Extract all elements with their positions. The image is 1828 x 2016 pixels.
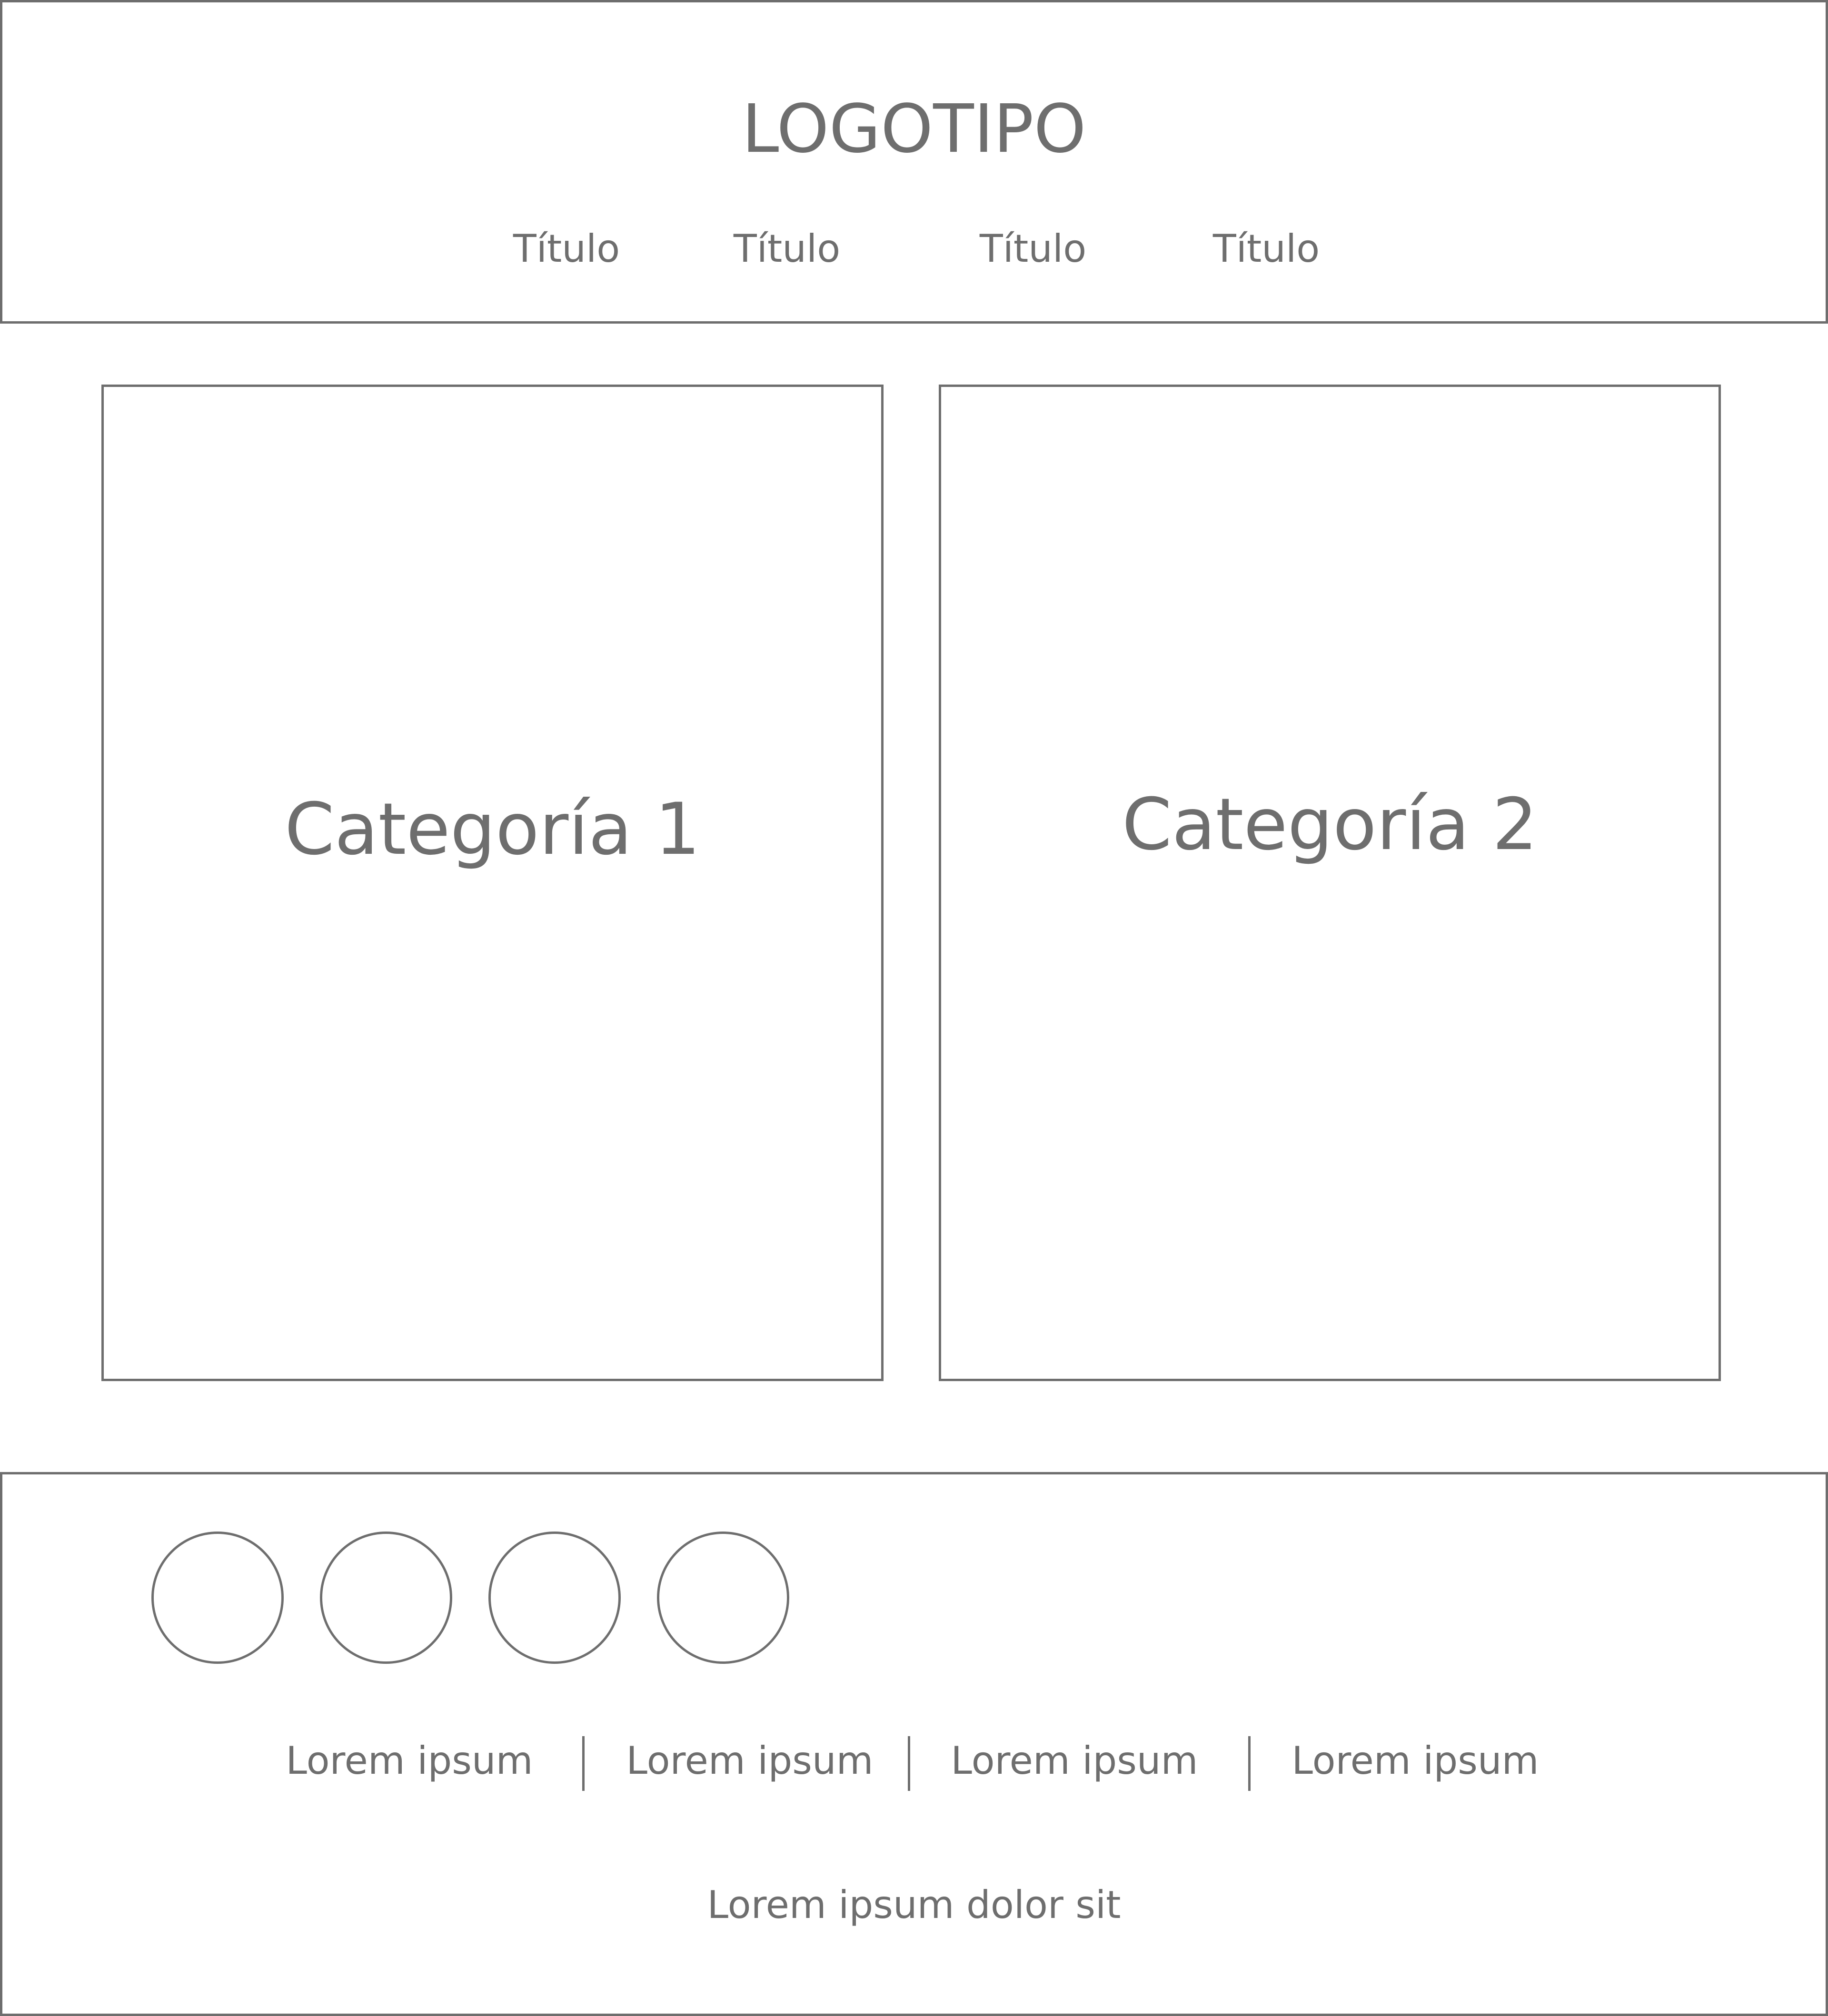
footer-link-2[interactable]: Lorem ipsum <box>607 1737 893 1785</box>
social-icon-1[interactable] <box>151 1532 284 1664</box>
social-icon-3[interactable] <box>488 1532 621 1664</box>
footer-copyright: Lorem ipsum dolor sit <box>707 1883 1121 1927</box>
footer-link-3[interactable]: Lorem ipsum <box>932 1737 1217 1785</box>
footer-divider-1 <box>582 1736 585 1791</box>
social-icon-4[interactable] <box>657 1532 789 1664</box>
header: LOGOTIPO Título Título Título Título <box>0 0 1828 324</box>
category-card-1[interactable]: Categoría 1 <box>101 385 884 1381</box>
footer-divider-3 <box>1248 1736 1251 1791</box>
nav-item-4[interactable]: Título <box>1171 225 1361 273</box>
category-label-1: Categoría 1 <box>284 788 701 871</box>
logo[interactable]: LOGOTIPO <box>2 89 1826 170</box>
category-label-2: Categoría 2 <box>1122 783 1538 866</box>
nav-item-1[interactable]: Título <box>471 225 662 273</box>
footer-link-4[interactable]: Lorem ipsum <box>1272 1737 1558 1785</box>
footer: Lorem ipsum Lorem ipsum Lorem ipsum Lore… <box>0 1472 1828 2016</box>
nav-item-3[interactable]: Título <box>938 225 1128 273</box>
social-icon-2[interactable] <box>320 1532 452 1664</box>
footer-link-1[interactable]: Lorem ipsum <box>267 1737 552 1785</box>
footer-divider-2 <box>908 1736 910 1791</box>
nav-item-2[interactable]: Título <box>692 225 882 273</box>
category-card-2[interactable]: Categoría 2 <box>939 385 1721 1381</box>
